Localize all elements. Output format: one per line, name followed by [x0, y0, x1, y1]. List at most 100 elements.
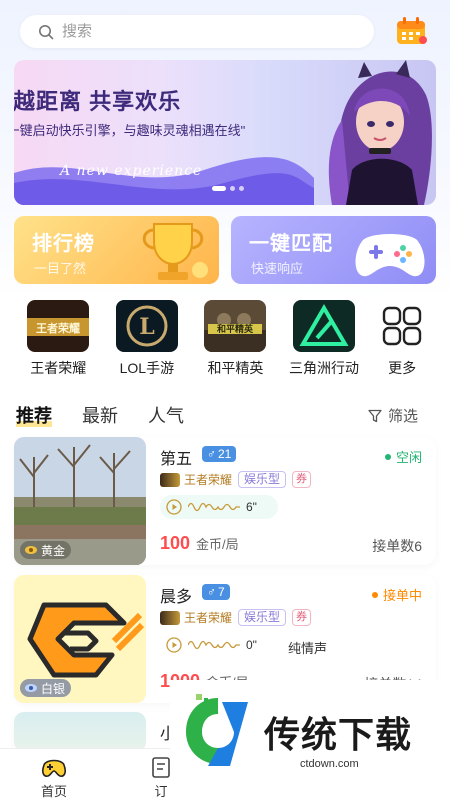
voice-preview[interactable]: 6"	[160, 495, 278, 519]
quick-match-title: 一键匹配	[249, 233, 333, 255]
game-delta-force[interactable]: 三角洲行动	[280, 300, 369, 378]
watermark-text: 传统下载	[264, 714, 413, 755]
player-name: 晨多	[160, 589, 193, 606]
gamepad-icon	[355, 234, 425, 277]
voice-preview[interactable]: 0"	[160, 633, 278, 657]
type-tag: 娱乐型	[238, 471, 287, 488]
waveform-icon	[188, 640, 240, 650]
quick-match-subtitle: 快速响应	[251, 261, 304, 276]
pagination-dot	[230, 186, 235, 191]
order-count: 接单数6	[372, 538, 422, 554]
svg-text:L: L	[139, 314, 154, 340]
game-category-row: 王者荣耀 王者荣耀 L LOL手游 和平精英 和平精英 三角洲行动 更多	[14, 300, 436, 378]
orders-icon	[152, 757, 170, 778]
banner-subtitle: "一键启动快乐引擎，与趣味灵魂相遇在线"	[14, 123, 246, 138]
tab-latest[interactable]: 最新	[82, 402, 118, 428]
pagination-dot	[239, 186, 244, 191]
tier-label: 白银	[41, 681, 66, 696]
game-more[interactable]: 更多	[368, 300, 436, 378]
lol-icon: L	[115, 300, 178, 352]
status-badge: 接单中	[371, 585, 422, 604]
game-label: LOL手游	[119, 360, 175, 376]
search-bar[interactable]	[20, 15, 374, 48]
banner-english-text: A new experience	[60, 163, 203, 179]
play-icon	[166, 637, 182, 653]
type-tag: 娱乐型	[238, 609, 287, 626]
tab-popular[interactable]: 人气	[148, 402, 184, 428]
game-honor-of-kings[interactable]: 王者荣耀 王者荣耀	[14, 300, 103, 378]
pagination-dot-active	[212, 186, 226, 191]
status-dot	[371, 591, 378, 598]
voice-description: 纯情声	[288, 641, 328, 656]
watermark-logo-icon	[186, 694, 248, 766]
status-dot	[384, 453, 391, 460]
status-label: 接单中	[382, 588, 422, 603]
calendar-checkin-icon[interactable]	[396, 16, 428, 46]
list-item[interactable]: 黄金 第五 ♂ 21 空闲 王者荣耀 娱乐型 券 6" 100 金币/局 接单数…	[14, 437, 436, 565]
banner-title: 跨越距离 共享欢乐	[14, 89, 182, 114]
tab-recommended[interactable]: 推荐	[16, 402, 52, 428]
game-label: 王者荣耀	[30, 360, 87, 376]
watermark: 传统下载 ctdown.com	[170, 680, 450, 780]
delta-force-icon	[293, 300, 356, 352]
coupon-tag: 券	[292, 471, 312, 488]
waveform-icon	[188, 502, 240, 512]
filter-label: 筛选	[388, 408, 419, 425]
tier-badge: 黄金	[20, 541, 72, 559]
honor-of-kings-icon: 王者荣耀	[27, 300, 90, 352]
game-tag: 王者荣耀	[160, 471, 232, 488]
leaderboard-title: 排行榜	[32, 233, 95, 255]
eye-badge-icon	[25, 546, 37, 554]
tag-row: 王者荣耀 娱乐型 券	[160, 471, 312, 488]
game-tag-icon	[160, 472, 180, 487]
search-input[interactable]	[62, 23, 322, 40]
player-name: 第五	[160, 451, 193, 468]
age-value: 7	[218, 585, 225, 599]
tier-label: 黄金	[41, 543, 66, 558]
watermark-url: ctdown.com	[300, 758, 359, 770]
gender-age-badge: ♂ 7	[202, 584, 230, 600]
eye-badge-icon	[25, 684, 37, 692]
nav-home[interactable]: 首页	[40, 755, 68, 800]
game-tag-label: 王者荣耀	[184, 473, 233, 487]
age-value: 21	[218, 447, 232, 461]
game-label: 更多	[388, 360, 417, 376]
svg-text:王者荣耀: 王者荣耀	[36, 321, 80, 335]
game-lol[interactable]: L LOL手游	[103, 300, 192, 378]
search-icon	[39, 24, 54, 39]
avatar: 黄金	[14, 437, 146, 565]
svg-text:和平精英: 和平精英	[216, 323, 254, 335]
price: 100 金币/局	[160, 533, 239, 554]
home-gamepad-icon	[41, 759, 67, 777]
game-peace-elite[interactable]: 和平精英 和平精英	[191, 300, 280, 378]
voice-duration: 6"	[246, 500, 257, 514]
price-value: 100	[160, 533, 191, 553]
game-label: 和平精英	[207, 360, 264, 376]
promo-banner[interactable]: 跨越距离 共享欢乐 "一键启动快乐引擎，与趣味灵魂相遇在线" A new exp…	[14, 60, 436, 205]
trophy-icon	[142, 223, 208, 280]
game-tag: 王者荣耀	[160, 609, 232, 626]
male-icon: ♂	[207, 447, 216, 461]
game-tag-label: 王者荣耀	[184, 611, 233, 625]
avatar: 白银	[14, 575, 146, 703]
filter-button[interactable]: 筛选	[368, 405, 418, 426]
filter-icon	[368, 409, 382, 422]
tag-row: 王者荣耀 娱乐型 券	[160, 609, 312, 626]
status-label: 空闲	[395, 450, 422, 465]
quick-match-card[interactable]: 一键匹配 快速响应	[231, 216, 436, 284]
banner-pagination	[212, 186, 244, 191]
play-icon	[166, 499, 182, 515]
banner-character-illustration	[328, 60, 432, 205]
tier-badge: 白银	[20, 679, 72, 697]
nav-orders[interactable]: 订	[150, 755, 172, 800]
voice-duration: 0"	[246, 638, 257, 652]
feed-tabs: 推荐 最新 人气	[16, 402, 184, 428]
avatar	[14, 712, 146, 752]
grid-icon	[376, 300, 428, 352]
peace-elite-icon: 和平精英	[204, 300, 267, 352]
leaderboard-card[interactable]: 排行榜 一目了然	[14, 216, 219, 284]
game-tag-icon	[160, 610, 180, 625]
status-badge: 空闲	[384, 447, 422, 466]
game-label: 三角洲行动	[289, 360, 360, 376]
male-icon: ♂	[207, 585, 216, 599]
